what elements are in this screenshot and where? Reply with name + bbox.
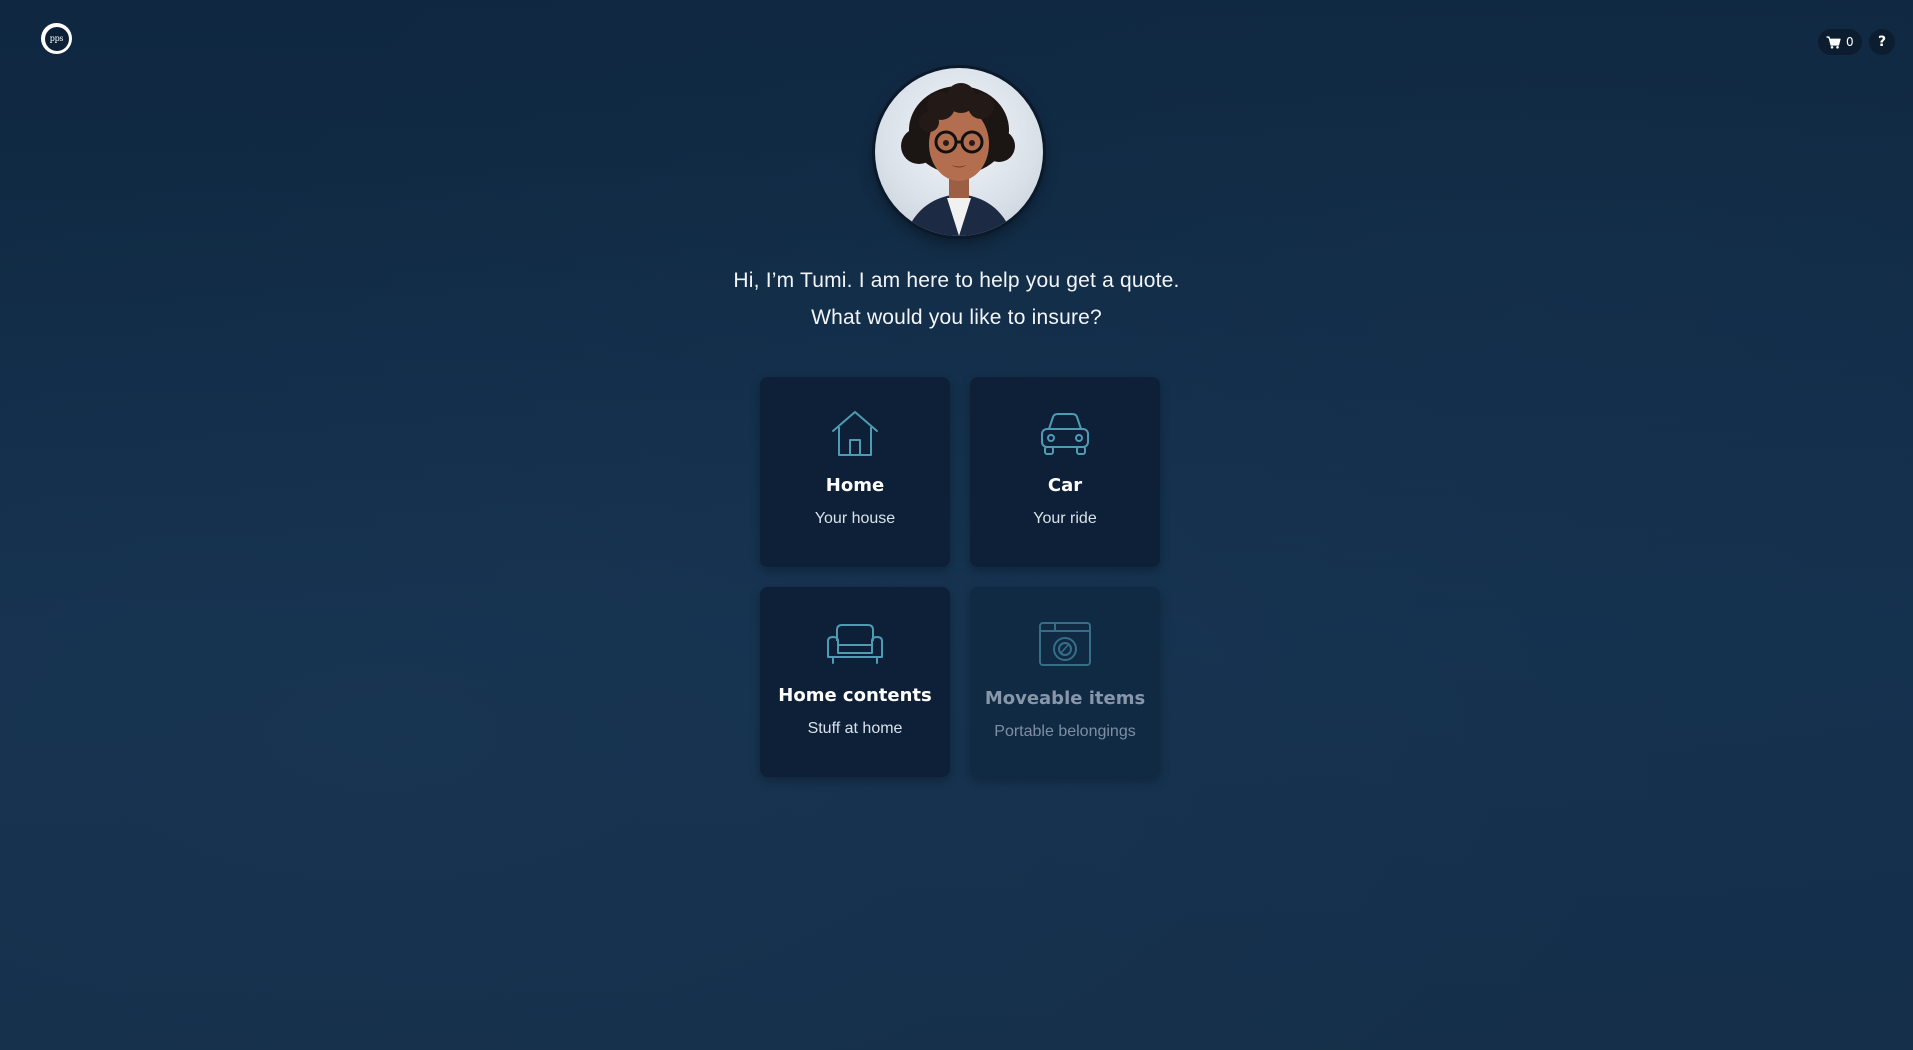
option-title: Car: [1047, 475, 1083, 496]
cart-count: 0: [1846, 35, 1854, 49]
pps-logo[interactable]: pps: [41, 23, 72, 54]
option-card-home[interactable]: Home Your house: [760, 377, 950, 567]
option-title: Home: [825, 475, 885, 496]
question-text: What would you like to insure?: [811, 306, 1102, 329]
option-title: Moveable items: [984, 688, 1146, 709]
option-title: Home contents: [778, 685, 932, 706]
sofa-icon: [827, 624, 883, 664]
car-icon: [1041, 413, 1089, 455]
logo-text: pps: [44, 26, 69, 51]
cart-button[interactable]: 0: [1818, 29, 1862, 55]
option-subtitle: Your ride: [1033, 510, 1097, 527]
option-subtitle: Stuff at home: [807, 720, 903, 737]
help-button[interactable]: ?: [1869, 29, 1895, 55]
option-card-car[interactable]: Car Your ride: [970, 377, 1160, 567]
camera-icon: [1039, 622, 1091, 666]
house-icon: [832, 411, 878, 456]
assistant-avatar: [875, 68, 1043, 236]
option-subtitle: Your house: [814, 510, 896, 527]
greeting-text: Hi, I’m Tumi. I am here to help you get …: [733, 269, 1180, 292]
option-card-moveable-items: Moveable items Portable belongings: [970, 587, 1160, 777]
option-card-home-contents[interactable]: Home contents Stuff at home: [760, 587, 950, 777]
option-subtitle: Portable belongings: [994, 723, 1136, 740]
shopping-cart-icon: [1826, 35, 1841, 49]
